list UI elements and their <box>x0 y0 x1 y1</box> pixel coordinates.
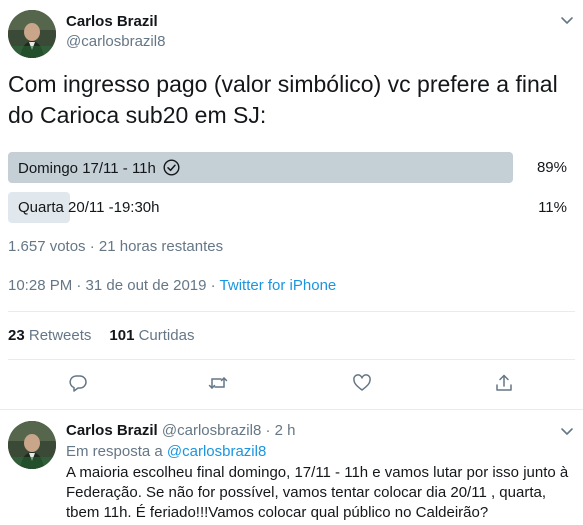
timestamp[interactable]: 10:28 PM · 31 de out de 2019 · <box>8 277 220 294</box>
reply-author-handle[interactable]: @carlosbrazil8 · 2 h <box>162 422 296 439</box>
source-link[interactable]: Twitter for iPhone <box>220 277 337 294</box>
retweet-icon <box>208 377 228 397</box>
retweets-count: 23 <box>8 327 25 344</box>
main-tweet: Carlos Brazil @carlosbrazil8 Com ingress… <box>0 0 583 409</box>
reply-header: Carlos Brazil @carlosbrazil8 · 2 h <box>66 422 295 439</box>
likes-count: 101 <box>109 327 135 344</box>
divider <box>8 311 575 312</box>
avatar[interactable] <box>8 10 56 58</box>
reply-avatar[interactable] <box>8 421 56 469</box>
reply-button[interactable] <box>68 373 92 397</box>
retweet-button[interactable] <box>208 373 232 397</box>
tweet-text: Com ingresso pago (valor simbólico) vc p… <box>8 71 558 128</box>
reply-text: A maioria escolheu final domingo, 17/11 … <box>66 464 569 521</box>
poll-option-1: Domingo 17/11 - 11h 89% <box>8 152 575 183</box>
chevron-down-icon[interactable] <box>559 12 575 28</box>
poll-option-text: Domingo 17/11 - 11h <box>18 160 156 177</box>
retweets-stat[interactable]: 23 Retweets <box>8 327 91 344</box>
reply-to-mention[interactable]: @carlosbrazil8 <box>167 443 266 460</box>
check-circle-icon <box>163 159 180 176</box>
tweet-timestamp-line: 10:28 PM · 31 de out de 2019 · Twitter f… <box>8 277 336 294</box>
share-icon <box>494 374 514 397</box>
reply-to-line: Em resposta a @carlosbrazil8 <box>66 443 266 460</box>
divider <box>0 409 583 410</box>
author-name[interactable]: Carlos Brazil <box>66 13 158 30</box>
heart-icon <box>352 374 372 397</box>
poll-percent: 11% <box>538 199 567 216</box>
author-handle[interactable]: @carlosbrazil8 <box>66 33 165 50</box>
likes-stat[interactable]: 101 Curtidas <box>109 327 194 344</box>
poll-option-label: Quarta 20/11 -19:30h <box>18 199 160 216</box>
reply-author-name[interactable]: Carlos Brazil <box>66 422 158 439</box>
share-button[interactable] <box>494 373 518 397</box>
poll-meta: 1.657 votos · 21 horas restantes <box>8 238 224 255</box>
chevron-down-icon[interactable] <box>559 423 575 439</box>
engagement-stats: 23 Retweets 101 Curtidas <box>8 327 194 344</box>
poll-option-2: Quarta 20/11 -19:30h 11% <box>8 192 575 223</box>
poll-percent: 89% <box>536 159 567 176</box>
divider <box>8 359 575 360</box>
poll-option-label: Domingo 17/11 - 11h <box>18 159 180 177</box>
reply-to-prefix: Em resposta a <box>66 443 167 460</box>
likes-label: Curtidas <box>138 327 195 344</box>
comment-icon <box>68 375 88 397</box>
retweets-label: Retweets <box>28 327 92 344</box>
like-button[interactable] <box>352 373 376 397</box>
